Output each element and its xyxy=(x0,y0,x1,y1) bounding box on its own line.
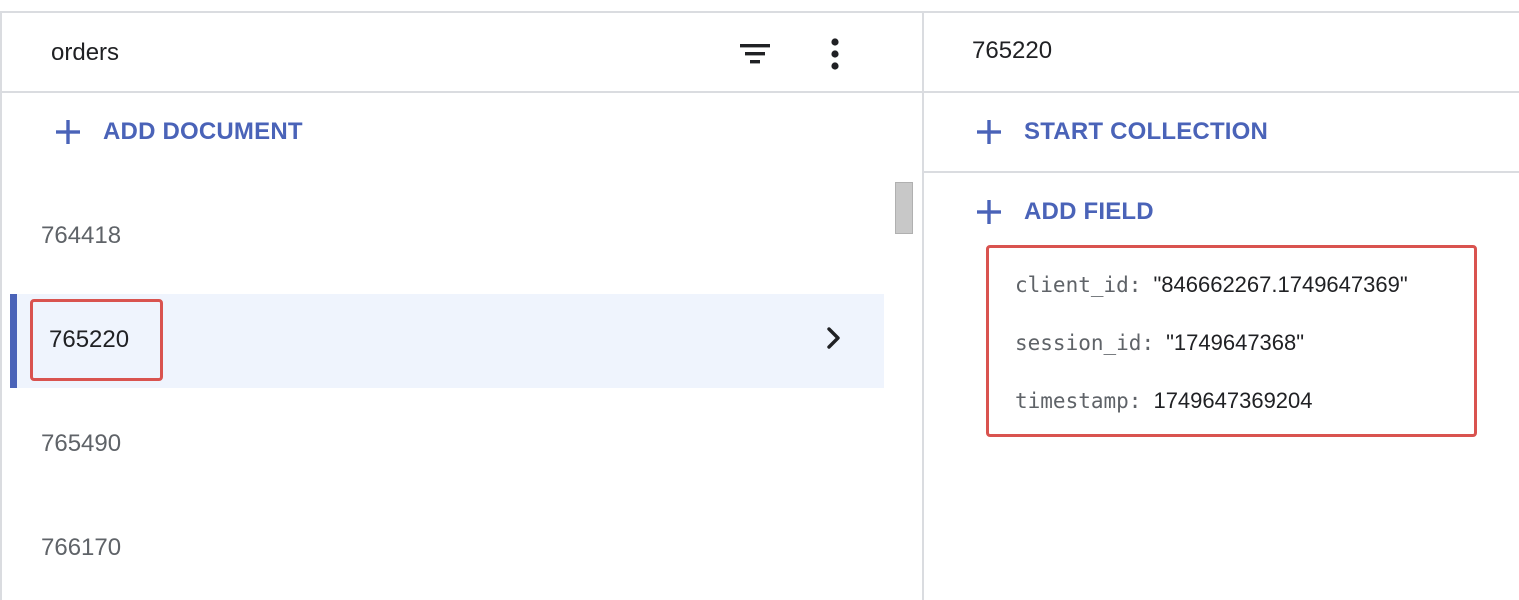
document-title: 765220 xyxy=(972,37,1053,64)
start-collection-button[interactable]: START COLLECTION xyxy=(976,118,1268,146)
document-id: 766170 xyxy=(41,534,122,561)
filter-icon[interactable] xyxy=(740,43,770,65)
document-list-item[interactable]: 764418 xyxy=(10,190,884,284)
document-header: 765220 xyxy=(924,13,1519,93)
field-key: session_id xyxy=(1015,331,1142,355)
document-list-scrollbar[interactable] xyxy=(895,182,913,234)
plus-icon xyxy=(976,199,1002,225)
add-field-label: ADD FIELD xyxy=(1024,198,1154,225)
selected-indicator xyxy=(10,294,17,388)
document-id: 765490 xyxy=(41,430,122,457)
field-row[interactable]: timestamp: 1749647369204 xyxy=(1015,387,1313,415)
add-field-button[interactable]: ADD FIELD xyxy=(976,198,1154,226)
document-fields: client_id: "846662267.1749647369" session… xyxy=(986,245,1477,437)
plus-icon xyxy=(976,119,1002,145)
add-document-label: ADD DOCUMENT xyxy=(103,118,303,145)
add-document-button[interactable]: ADD DOCUMENT xyxy=(55,118,303,146)
field-value: "1749647368" xyxy=(1166,330,1305,355)
document-id: 764418 xyxy=(41,222,122,249)
field-separator: : xyxy=(1141,331,1155,355)
more-vert-icon[interactable] xyxy=(822,37,848,71)
plus-icon xyxy=(55,119,81,145)
field-key: client_id xyxy=(1015,273,1129,297)
collection-header: orders xyxy=(2,13,922,93)
document-list-item[interactable]: 765490 xyxy=(10,398,884,492)
field-value: 1749647369204 xyxy=(1153,388,1313,413)
field-key: timestamp xyxy=(1015,389,1129,413)
document-list-item-selected[interactable]: 765220 xyxy=(10,294,884,388)
field-value: "846662267.1749647369" xyxy=(1153,272,1408,297)
start-collection-label: START COLLECTION xyxy=(1024,118,1269,145)
document-list-item[interactable]: 766170 xyxy=(10,502,884,596)
left-border xyxy=(0,11,2,600)
collection-title: orders xyxy=(51,39,120,66)
field-separator: : xyxy=(1128,273,1142,297)
field-separator: : xyxy=(1128,389,1142,413)
field-row[interactable]: client_id: "846662267.1749647369" xyxy=(1015,271,1408,299)
field-row[interactable]: session_id: "1749647368" xyxy=(1015,329,1304,357)
chevron-right-icon xyxy=(826,327,842,349)
document-id: 765220 xyxy=(49,326,130,353)
